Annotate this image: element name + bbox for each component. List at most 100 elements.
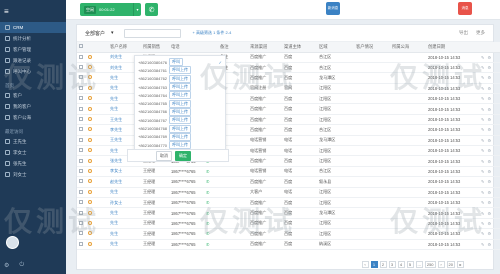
row-actions[interactable]: ✎ ⚙ — [479, 166, 500, 178]
phone-icon[interactable]: ✆ — [206, 211, 209, 216]
phone-option[interactable]: +862160384762 呼叫上传 — [138, 74, 222, 83]
checkbox[interactable] — [79, 96, 83, 101]
row-check[interactable] — [77, 155, 86, 167]
confirm-button[interactable]: 确定 — [175, 150, 191, 161]
call-cell[interactable]: ✆ — [204, 207, 218, 219]
column-header[interactable]: 客户名称 — [108, 42, 141, 53]
checkbox[interactable] — [79, 117, 83, 122]
table-row[interactable]: 先生 王经理 1867****6765 ✆ 大客户 电话 江阳区 2018-10-15 14:… — [77, 187, 500, 198]
call-action[interactable]: 呼叫上传 — [169, 124, 192, 133]
call-cell[interactable]: ✆ — [204, 239, 218, 250]
column-header[interactable]: 所属公海 — [390, 42, 426, 53]
row-actions[interactable]: ✎ ⚙ — [479, 62, 500, 74]
call-cell[interactable]: ✆ — [204, 187, 218, 198]
row-actions[interactable]: ✎ ⚙ — [479, 239, 500, 250]
column-header[interactable]: 渠道主体 — [282, 42, 317, 53]
call-cell[interactable]: ✆ — [204, 166, 218, 178]
cell-name[interactable]: 赵先生 — [108, 176, 141, 188]
sidebar-sub-customer[interactable]: 客户 — [0, 90, 66, 101]
row-check[interactable] — [77, 145, 86, 157]
row-actions[interactable]: ✎ ⚙ — [479, 187, 500, 198]
call-cell[interactable]: ✆ — [204, 228, 218, 240]
table-row[interactable]: 先生 王经理 1867****6765 ✆ 百度推广 百度 江阳区 2018-10-15 14… — [77, 228, 500, 240]
sidebar-item-callcenter[interactable]: 呼叫中心 — [0, 66, 66, 77]
page-button[interactable]: 1 — [370, 261, 378, 268]
row-check[interactable] — [77, 166, 86, 178]
table-row[interactable]: 赵先生 王经理 1867****6765 ✆ 百度推广 百度 叙永县 2018-10-15 1… — [77, 176, 500, 188]
phone-icon[interactable]: ✆ — [206, 242, 209, 247]
call-action[interactable]: 呼叫上传 — [169, 116, 192, 125]
table-row[interactable]: 孙女士 王经理 1867****6765 ✆ 百度推广 百度 江阳区 2018-10-15 1… — [77, 197, 500, 209]
page-button[interactable]: ... — [415, 261, 423, 268]
row-actions[interactable]: ✎ ⚙ — [479, 145, 500, 157]
checkbox[interactable] — [79, 148, 83, 153]
row-check[interactable] — [77, 93, 86, 105]
row-actions[interactable]: ✎ ⚙ — [479, 114, 500, 126]
filter-link[interactable]: + 高级筛选 1 条件 2-4 — [193, 30, 232, 36]
chevron-down-icon[interactable]: ▾ — [133, 3, 141, 16]
row-actions[interactable]: ✎ ⚙ — [479, 93, 500, 105]
call-action[interactable]: 呼叫上传 — [169, 107, 192, 116]
column-header[interactable]: 区域 — [317, 42, 354, 53]
checkbox[interactable] — [79, 85, 83, 90]
sidebar-recent-item[interactable]: 李女士 — [0, 147, 66, 158]
table-row[interactable]: 李女士 王经理 1867****6765 ✆ 电话营销 电话 合江区 2018-10-15 1… — [77, 166, 500, 178]
phone-icon[interactable]: ✆ — [206, 200, 209, 205]
page-button[interactable]: 2 — [379, 261, 387, 268]
checkbox[interactable] — [79, 200, 83, 205]
call-action[interactable]: 呼叫上传 — [169, 141, 192, 150]
phone-option[interactable]: +862160384769 呼叫上传 — [138, 132, 222, 141]
row-check[interactable] — [77, 72, 86, 84]
table-row[interactable]: 先生 王经理 1867****6765 ✆ 百度推广 百度 纳溪区 2018-10-15 14… — [77, 239, 500, 250]
cell-name[interactable]: 孙女士 — [108, 197, 141, 209]
checkbox[interactable] — [79, 189, 83, 194]
row-check[interactable] — [77, 197, 86, 209]
row-check[interactable] — [77, 135, 86, 147]
phone-option[interactable]: +862160384763 呼叫上传 — [138, 83, 222, 92]
table-row[interactable]: 先生 王经理 1867****6765 ✆ 百度推广 百度 龙马潭区 2018-10-15 1… — [77, 207, 500, 219]
row-check[interactable] — [77, 52, 86, 63]
sidebar-recent-item[interactable]: 张先生 — [0, 158, 66, 169]
page-button[interactable]: 250 — [424, 261, 436, 268]
row-actions[interactable]: ✎ ⚙ — [479, 207, 500, 219]
row-actions[interactable]: ✎ ⚙ — [479, 155, 500, 167]
prev-page-icon[interactable]: ‹ — [361, 261, 369, 268]
header-check[interactable] — [77, 42, 86, 53]
phone-option[interactable]: +862160384766 呼叫上传 — [138, 107, 222, 116]
avatar[interactable] — [6, 236, 19, 249]
phone-option[interactable]: +862160384761 呼叫上传 — [138, 66, 222, 75]
phone-option[interactable]: +862160380476 呼叫 ✓ — [138, 58, 222, 67]
call-action[interactable]: 呼叫上传 — [169, 83, 192, 92]
more-button[interactable]: 更多 — [476, 30, 485, 36]
checkbox[interactable] — [79, 220, 83, 225]
row-check[interactable] — [77, 218, 86, 230]
call-cell[interactable]: ✆ — [204, 176, 218, 188]
row-check[interactable] — [77, 124, 86, 136]
checkbox[interactable] — [79, 54, 83, 59]
phone-option[interactable]: +862160384764 呼叫上传 — [138, 91, 222, 100]
table-row[interactable]: 先生 王经理 1867****6765 ✆ 百度推广 百度 江阳区 2018-10-15 14… — [77, 218, 500, 230]
sidebar-item-stats[interactable]: 统计分析 — [0, 33, 66, 44]
row-actions[interactable]: ✎ ⚙ — [479, 228, 500, 240]
row-actions[interactable]: ✎ ⚙ — [479, 103, 500, 115]
chevron-down-icon[interactable]: ▾ — [111, 30, 114, 36]
cell-name[interactable]: 先生 — [108, 207, 141, 219]
menu-icon[interactable]: ≡ — [4, 7, 9, 16]
call-action[interactable]: 呼叫上传 — [169, 132, 192, 141]
call-cell[interactable]: ✆ — [204, 218, 218, 230]
export-button[interactable]: 导出 — [459, 30, 468, 36]
row-actions[interactable]: ✎ ⚙ — [479, 72, 500, 84]
phone-icon[interactable]: ✆ — [206, 169, 209, 174]
checkbox[interactable] — [79, 106, 83, 111]
call-action[interactable]: 呼叫 — [169, 58, 184, 67]
row-check[interactable] — [77, 62, 86, 74]
phone-icon[interactable]: ✆ — [206, 190, 209, 195]
cell-name[interactable]: 先生 — [108, 218, 141, 230]
row-check[interactable] — [77, 83, 86, 95]
call-action[interactable]: 呼叫上传 — [169, 74, 192, 83]
cell-name[interactable]: 先生 — [108, 187, 141, 198]
column-header[interactable]: 客户情况 — [354, 42, 390, 53]
row-check[interactable] — [77, 103, 86, 115]
call-action[interactable]: 呼叫上传 — [169, 66, 192, 75]
checkbox[interactable] — [79, 75, 83, 80]
